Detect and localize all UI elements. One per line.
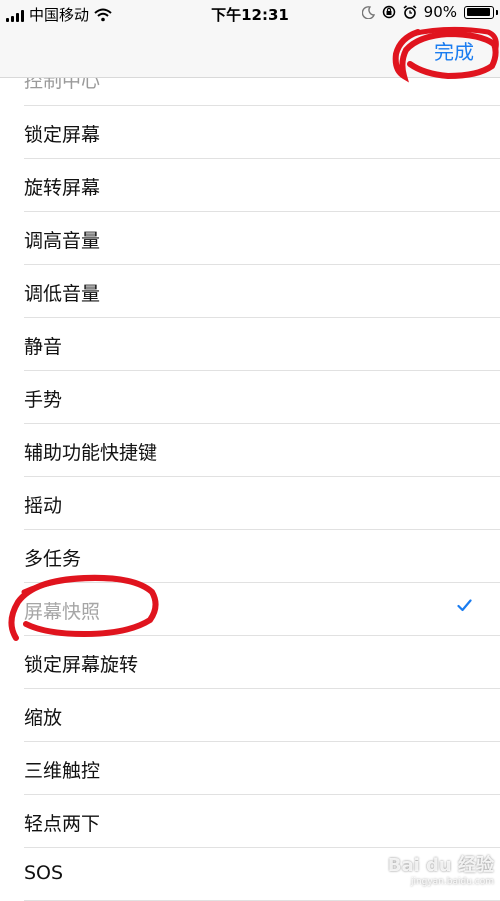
- list-item-label: 缩放: [24, 707, 63, 729]
- list-item-label: 静音: [24, 336, 63, 358]
- list-item-label: 摇动: [24, 495, 63, 517]
- list-item-label: 三维触控: [24, 760, 101, 782]
- checkmark-icon: [457, 599, 472, 612]
- watermark-url: jingyan.baidu.com: [410, 877, 494, 887]
- list-item-label: 轻点两下: [24, 813, 101, 835]
- list-item[interactable]: 摇动: [24, 477, 500, 530]
- alarm-icon: [403, 5, 417, 19]
- list-item-label: 调低音量: [24, 283, 101, 305]
- list-item[interactable]: 调低音量: [24, 265, 500, 318]
- list-item[interactable]: 旋转屏幕: [24, 159, 500, 212]
- list-item-label: 多任务: [24, 548, 82, 570]
- rotation-lock-icon: [382, 5, 395, 19]
- list-item-label: SOS: [24, 862, 64, 884]
- list-item[interactable]: 辅助功能快捷键: [24, 424, 500, 477]
- list-item[interactable]: 多任务: [24, 530, 500, 583]
- list-item-label: 屏幕快照: [24, 601, 101, 623]
- list-item[interactable]: 三维触控: [24, 742, 500, 795]
- status-bar: 中国移动 下午12:31 90%: [0, 0, 500, 26]
- list-item-label: 调高音量: [24, 230, 101, 252]
- list-item[interactable]: 锁定屏幕旋转: [24, 636, 500, 689]
- list-item[interactable]: 轻点两下: [24, 795, 500, 848]
- navigation-bar: 完成: [0, 26, 500, 78]
- list-item[interactable]: 调高音量: [24, 212, 500, 265]
- list-item-label: 控制中心: [24, 78, 101, 92]
- status-right: 90%: [361, 3, 498, 21]
- watermark-text: Bai du 经验: [387, 855, 494, 876]
- list-item-label: 手势: [24, 389, 63, 411]
- watermark: Bai du 经验 jingyan.baidu.com: [388, 851, 494, 887]
- list-item-label: 辅助功能快捷键: [24, 442, 158, 464]
- list-item[interactable]: 控制中心: [24, 78, 500, 106]
- list-item[interactable]: 缩放: [24, 689, 500, 742]
- moon-icon: [361, 5, 375, 19]
- battery-icon: [464, 5, 498, 19]
- list-item[interactable]: 手势: [24, 371, 500, 424]
- list-item[interactable]: 静音: [24, 318, 500, 371]
- settings-list: 控制中心 锁定屏幕 旋转屏幕 调高音量 调低音量 静音 手势 辅助功能快捷键 摇…: [0, 78, 500, 901]
- list-item-label: 锁定屏幕旋转: [24, 654, 139, 676]
- list-item[interactable]: 锁定屏幕: [24, 106, 500, 159]
- done-button[interactable]: 完成: [434, 36, 474, 65]
- list-item-selected[interactable]: 屏幕快照: [24, 583, 500, 636]
- list-item-label: 旋转屏幕: [24, 177, 101, 199]
- list-item-label: 锁定屏幕: [24, 124, 101, 146]
- battery-percent: 90%: [423, 3, 457, 21]
